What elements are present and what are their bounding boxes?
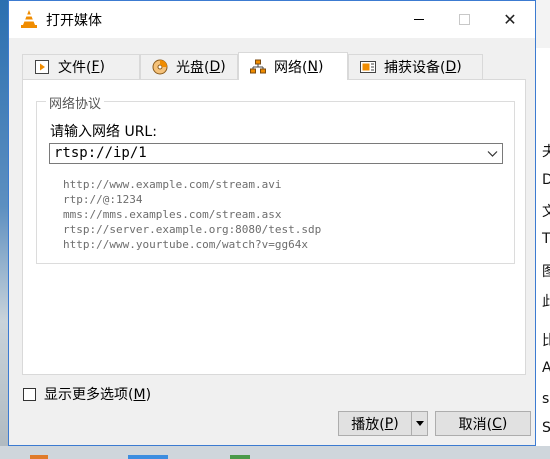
play-options-dropdown-button[interactable] bbox=[411, 411, 428, 436]
close-icon: ✕ bbox=[503, 9, 517, 29]
disc-icon bbox=[152, 59, 168, 75]
minimize-icon bbox=[414, 19, 424, 20]
tab-label-post: ) bbox=[99, 59, 105, 75]
button-label-post: ) bbox=[393, 415, 399, 432]
chevron-down-icon[interactable] bbox=[487, 148, 498, 159]
label-pre: 显示更多选项( bbox=[44, 387, 134, 403]
show-more-options[interactable]: 显示更多选项(M) bbox=[23, 384, 151, 404]
url-input-value[interactable]: rtsp://ip/1 bbox=[54, 145, 147, 161]
taskbar-app-icon bbox=[30, 455, 48, 459]
maximize-icon bbox=[458, 14, 470, 25]
example-url: mms://mms.examples.com/stream.asx bbox=[63, 208, 282, 221]
tab-file[interactable]: 文件(F) bbox=[22, 54, 140, 79]
tab-label-pre: 文件( bbox=[58, 60, 92, 76]
button-label-post: ) bbox=[501, 415, 508, 432]
background-text-fragment: 比 bbox=[542, 333, 550, 349]
taskbar-app-icon bbox=[230, 455, 250, 459]
button-accel: P bbox=[384, 415, 394, 432]
background-text-fragment: 此 bbox=[542, 294, 550, 310]
button-label-pre: 播放( bbox=[351, 416, 385, 433]
close-button[interactable]: ✕ bbox=[487, 1, 533, 38]
background-text-fragment: S bbox=[542, 420, 550, 436]
tab-disc[interactable]: 光盘(D) bbox=[140, 54, 238, 79]
desktop-background-left bbox=[0, 0, 8, 459]
taskbar-fragment bbox=[0, 446, 550, 459]
tab-accel: F bbox=[91, 59, 100, 75]
background-text-fragment: A bbox=[542, 360, 550, 376]
background-text-fragment: 夬 bbox=[542, 144, 550, 160]
show-more-options-label: 显示更多选项(M) bbox=[44, 384, 151, 404]
tab-label-post: ) bbox=[220, 59, 226, 75]
label-accel: M bbox=[133, 387, 146, 403]
show-more-options-checkbox[interactable] bbox=[23, 387, 36, 401]
background-text-fragment: D bbox=[542, 172, 550, 188]
tab-label-pre: 光盘( bbox=[176, 60, 210, 76]
url-examples: http://www.example.com/stream.avi rtp://… bbox=[63, 177, 321, 252]
network-tab-panel: 网络协议 请输入网络 URL: rtsp://ip/1 http://www.e… bbox=[22, 79, 526, 375]
tab-label-post: ) bbox=[317, 58, 324, 75]
cancel-button[interactable]: 取消(C) bbox=[435, 411, 531, 436]
tab-accel: N bbox=[307, 58, 318, 75]
window-title: 打开媒体 bbox=[46, 13, 102, 29]
tab-capture-device[interactable]: 捕获设备(D) bbox=[348, 54, 483, 79]
network-protocol-group: 网络协议 请输入网络 URL: rtsp://ip/1 http://www.e… bbox=[36, 93, 515, 264]
background-text-fragment: s bbox=[542, 391, 550, 407]
tab-label-pre: 网络( bbox=[274, 59, 308, 76]
example-url: rtp://@:1234 bbox=[63, 193, 143, 206]
background-text-fragment: T bbox=[542, 231, 550, 247]
tab-accel: D bbox=[445, 59, 457, 75]
capture-device-icon bbox=[360, 61, 376, 73]
minimize-button[interactable] bbox=[396, 1, 442, 38]
button-label-pre: 取消( bbox=[458, 416, 493, 433]
example-url: http://www.example.com/stream.avi bbox=[63, 178, 282, 191]
dropdown-arrow-icon bbox=[415, 421, 424, 426]
tab-network[interactable]: 网络(N) bbox=[238, 52, 348, 80]
background-window-fragment: 夬 D 文 T 图 此 比 A s S bbox=[536, 0, 550, 459]
file-play-icon bbox=[35, 60, 49, 74]
tab-accel: D bbox=[209, 59, 221, 75]
background-window-toolbar bbox=[536, 0, 550, 48]
open-media-dialog: 打开媒体 ✕ 文件(F) 光盘(D) 网络(N) 捕获设备(D) 网络… bbox=[8, 0, 536, 446]
background-text-fragment: 文 bbox=[542, 204, 550, 220]
tab-label-pre: 捕获设备( bbox=[384, 60, 446, 76]
play-button[interactable]: 播放(P) bbox=[338, 411, 412, 436]
example-url: http://www.yourtube.com/watch?v=gg64x bbox=[63, 238, 309, 251]
label-post: ) bbox=[145, 387, 152, 403]
button-accel: C bbox=[492, 415, 502, 432]
example-url: rtsp://server.example.org:8080/test.sdp bbox=[63, 223, 322, 236]
maximize-button[interactable] bbox=[441, 1, 487, 38]
url-combobox[interactable]: rtsp://ip/1 bbox=[49, 143, 503, 164]
group-title: 网络协议 bbox=[46, 93, 105, 112]
vlc-cone-icon bbox=[21, 10, 37, 28]
title-bar[interactable]: 打开媒体 ✕ bbox=[9, 1, 535, 38]
taskbar-app-icon bbox=[128, 455, 168, 459]
tab-label-post: ) bbox=[456, 59, 462, 75]
network-icon bbox=[250, 59, 266, 73]
url-label: 请输入网络 URL: bbox=[50, 124, 157, 140]
background-text-fragment: 图 bbox=[542, 264, 550, 280]
